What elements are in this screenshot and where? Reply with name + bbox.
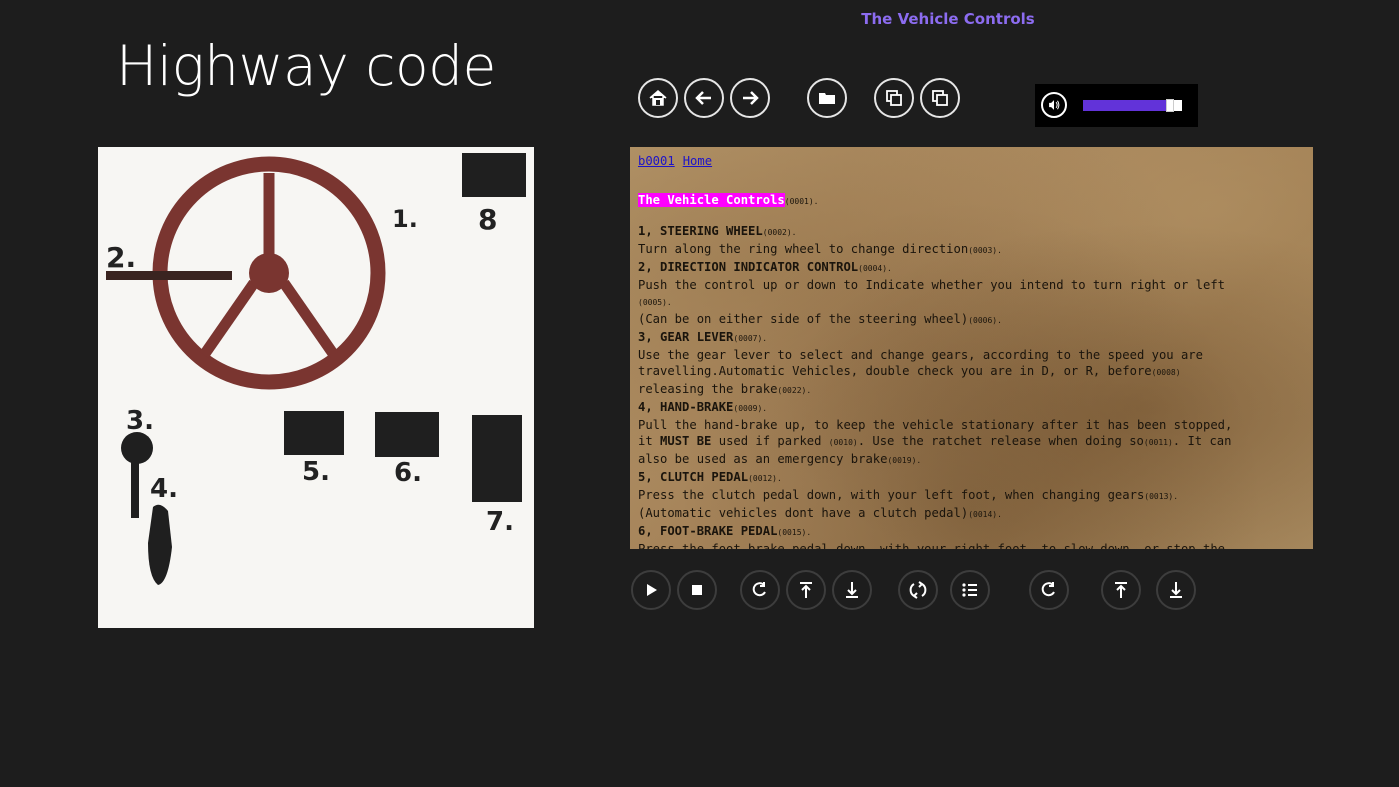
to-top-icon [1115,582,1127,598]
reader-line: 6, FOOT-BRAKE PEDAL(0015). [638,524,812,538]
app-title: Highway code [116,34,496,98]
open-folder-button[interactable] [807,78,847,118]
reader-line: 4, HAND-BRAKE(0009). [638,400,768,414]
header-title: The Vehicle Controls [861,10,1035,28]
link-b0001[interactable]: b0001 [638,154,675,168]
vehicle-controls-diagram: 1. 2. 3. 4. 5. 6. 7. 8 [98,147,534,628]
repeat-icon [752,582,766,597]
speaker-icon[interactable] [1041,92,1067,118]
play-button[interactable] [631,570,671,610]
reader-line: 5, CLUTCH PEDAL(0012). [638,470,782,484]
label-3: 3. [126,406,154,436]
breadcrumb: b0001 Home [638,153,1305,169]
reader-line: releasing the brake(0022). [638,382,812,396]
volume-control[interactable] [1035,84,1198,127]
list-icon [962,583,977,597]
to-bottom-icon [1170,582,1182,598]
label-2: 2. [106,241,136,274]
copy-icon [886,90,902,106]
reader-line: travelling.Automatic Vehicles, double ch… [638,364,1181,378]
reader-line: 2, DIRECTION INDICATOR CONTROL(0004). [638,260,892,274]
volume-thumb[interactable] [1166,99,1175,112]
reader-line: (Automatic vehicles dont have a clutch p… [638,506,1002,520]
scroll-bottom-button-2[interactable] [1156,570,1196,610]
scroll-bottom-button[interactable] [832,570,872,610]
reader-line: Push the control up or down to Indicate … [638,278,1225,292]
reader-line: Press the clutch pedal down, with your l… [638,488,1179,502]
stop-icon [692,585,702,595]
repeat-button[interactable] [740,570,780,610]
reader-line: Pull the hand-brake up, to keep the vehi… [638,418,1233,432]
scroll-top-button-2[interactable] [1101,570,1141,610]
back-button[interactable] [684,78,724,118]
reader-line: (0005). [638,298,672,307]
scroll-top-button[interactable] [786,570,826,610]
swap-button[interactable] [898,570,938,610]
swap-icon [909,581,927,599]
reader-line: it MUST BE used if parked (0010). Use th… [638,434,1232,448]
text-reader[interactable]: b0001 Home The Vehicle Controls(0001). 1,… [630,147,1313,549]
reader-line: 3, GEAR LEVER(0007). [638,330,768,344]
play-icon [647,584,657,596]
reader-line: also be used as an emergency brake(0019)… [638,452,922,466]
reader-line: Press the foot-brake pedal down, with yo… [638,542,1225,549]
reader-line: 1, STEERING WHEEL(0002). [638,224,797,238]
label-1: 1. [392,205,418,233]
forward-button[interactable] [730,78,770,118]
label-5: 5. [302,457,330,487]
label-6: 6. [394,458,422,488]
volume-fill [1083,100,1175,111]
label-8: 8 [478,203,497,236]
to-top-icon [800,582,812,598]
link-home[interactable]: Home [683,154,712,168]
repeat-button-2[interactable] [1029,570,1069,610]
forward-icon [743,91,759,105]
list-button[interactable] [950,570,990,610]
label-7: 7. [486,507,514,537]
home-button[interactable] [638,78,678,118]
to-bottom-icon [846,582,858,598]
paste-button[interactable] [920,78,960,118]
reader-line: (Can be on either side of the steering w… [638,312,1002,326]
repeat-icon [1041,582,1055,597]
section-heading: The Vehicle Controls(0001). [638,193,819,207]
stop-button[interactable] [677,570,717,610]
reader-line: Turn along the ring wheel to change dire… [638,242,1002,256]
home-icon [649,90,667,106]
copy-button[interactable] [874,78,914,118]
reader-body: 1, STEERING WHEEL(0002). Turn along the r… [638,223,1305,549]
copy-icon [932,90,948,106]
volume-slider[interactable] [1083,99,1182,112]
label-4: 4. [150,474,178,504]
back-icon [695,91,711,105]
folder-icon [819,93,835,104]
reader-line: Use the gear lever to select and change … [638,348,1203,362]
